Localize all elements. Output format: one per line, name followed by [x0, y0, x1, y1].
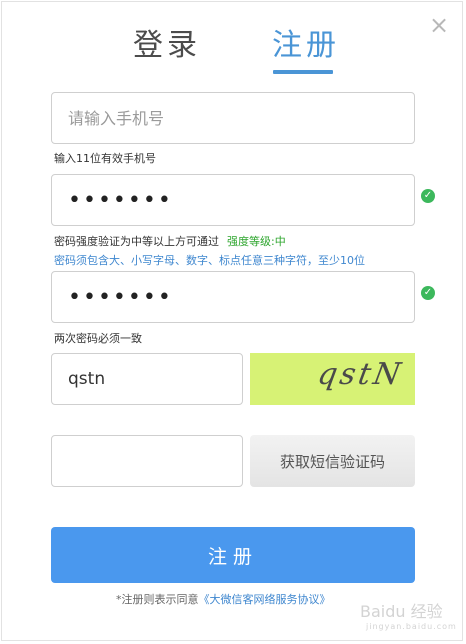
agreement-prefix: *注册则表示同意	[116, 593, 199, 606]
captcha-image[interactable]: qstN	[250, 353, 415, 405]
phone-hint: 输入11位有效手机号	[54, 152, 156, 165]
password-hint-text: 密码强度验证为中等以上方可通过	[54, 235, 219, 248]
confirm-password-value: •••••••	[68, 284, 173, 310]
get-sms-code-button[interactable]: 获取短信验证码	[250, 435, 415, 487]
captcha-image-text: qstN	[314, 357, 406, 392]
captcha-input[interactable]	[51, 353, 243, 405]
baidu-watermark: Baidu 经验 jingyan.baidu.com	[360, 598, 457, 631]
agreement-text: *注册则表示同意《大微信客网络服务协议》	[116, 591, 331, 607]
password-hint: 密码强度验证为中等以上方可通过 强度等级:中	[54, 233, 286, 249]
confirm-password-input[interactable]: •••••••	[51, 271, 415, 323]
phone-input[interactable]	[51, 92, 415, 144]
tab-login[interactable]: 登录	[133, 26, 201, 70]
password-input[interactable]: •••••••	[51, 174, 415, 226]
check-circle-icon: ✓	[421, 286, 435, 300]
password-strength: 强度等级:中	[227, 235, 286, 248]
confirm-password-hint: 两次密码必须一致	[54, 332, 142, 345]
sms-code-input[interactable]	[51, 435, 243, 487]
close-icon[interactable]: ×	[428, 13, 450, 37]
tab-register[interactable]: 注册	[272, 26, 340, 70]
password-rule: 密码须包含大、小写字母、数字、标点任意三种字符，至少10位	[54, 254, 365, 267]
check-circle-icon: ✓	[421, 189, 435, 203]
register-submit-button[interactable]: 注册	[51, 527, 415, 583]
agreement-link[interactable]: 《大微信客网络服务协议》	[199, 593, 331, 606]
watermark-main: Baidu 经验	[360, 602, 443, 621]
password-value: •••••••	[68, 187, 173, 213]
watermark-sub: jingyan.baidu.com	[366, 622, 457, 631]
active-tab-indicator	[273, 70, 333, 74]
